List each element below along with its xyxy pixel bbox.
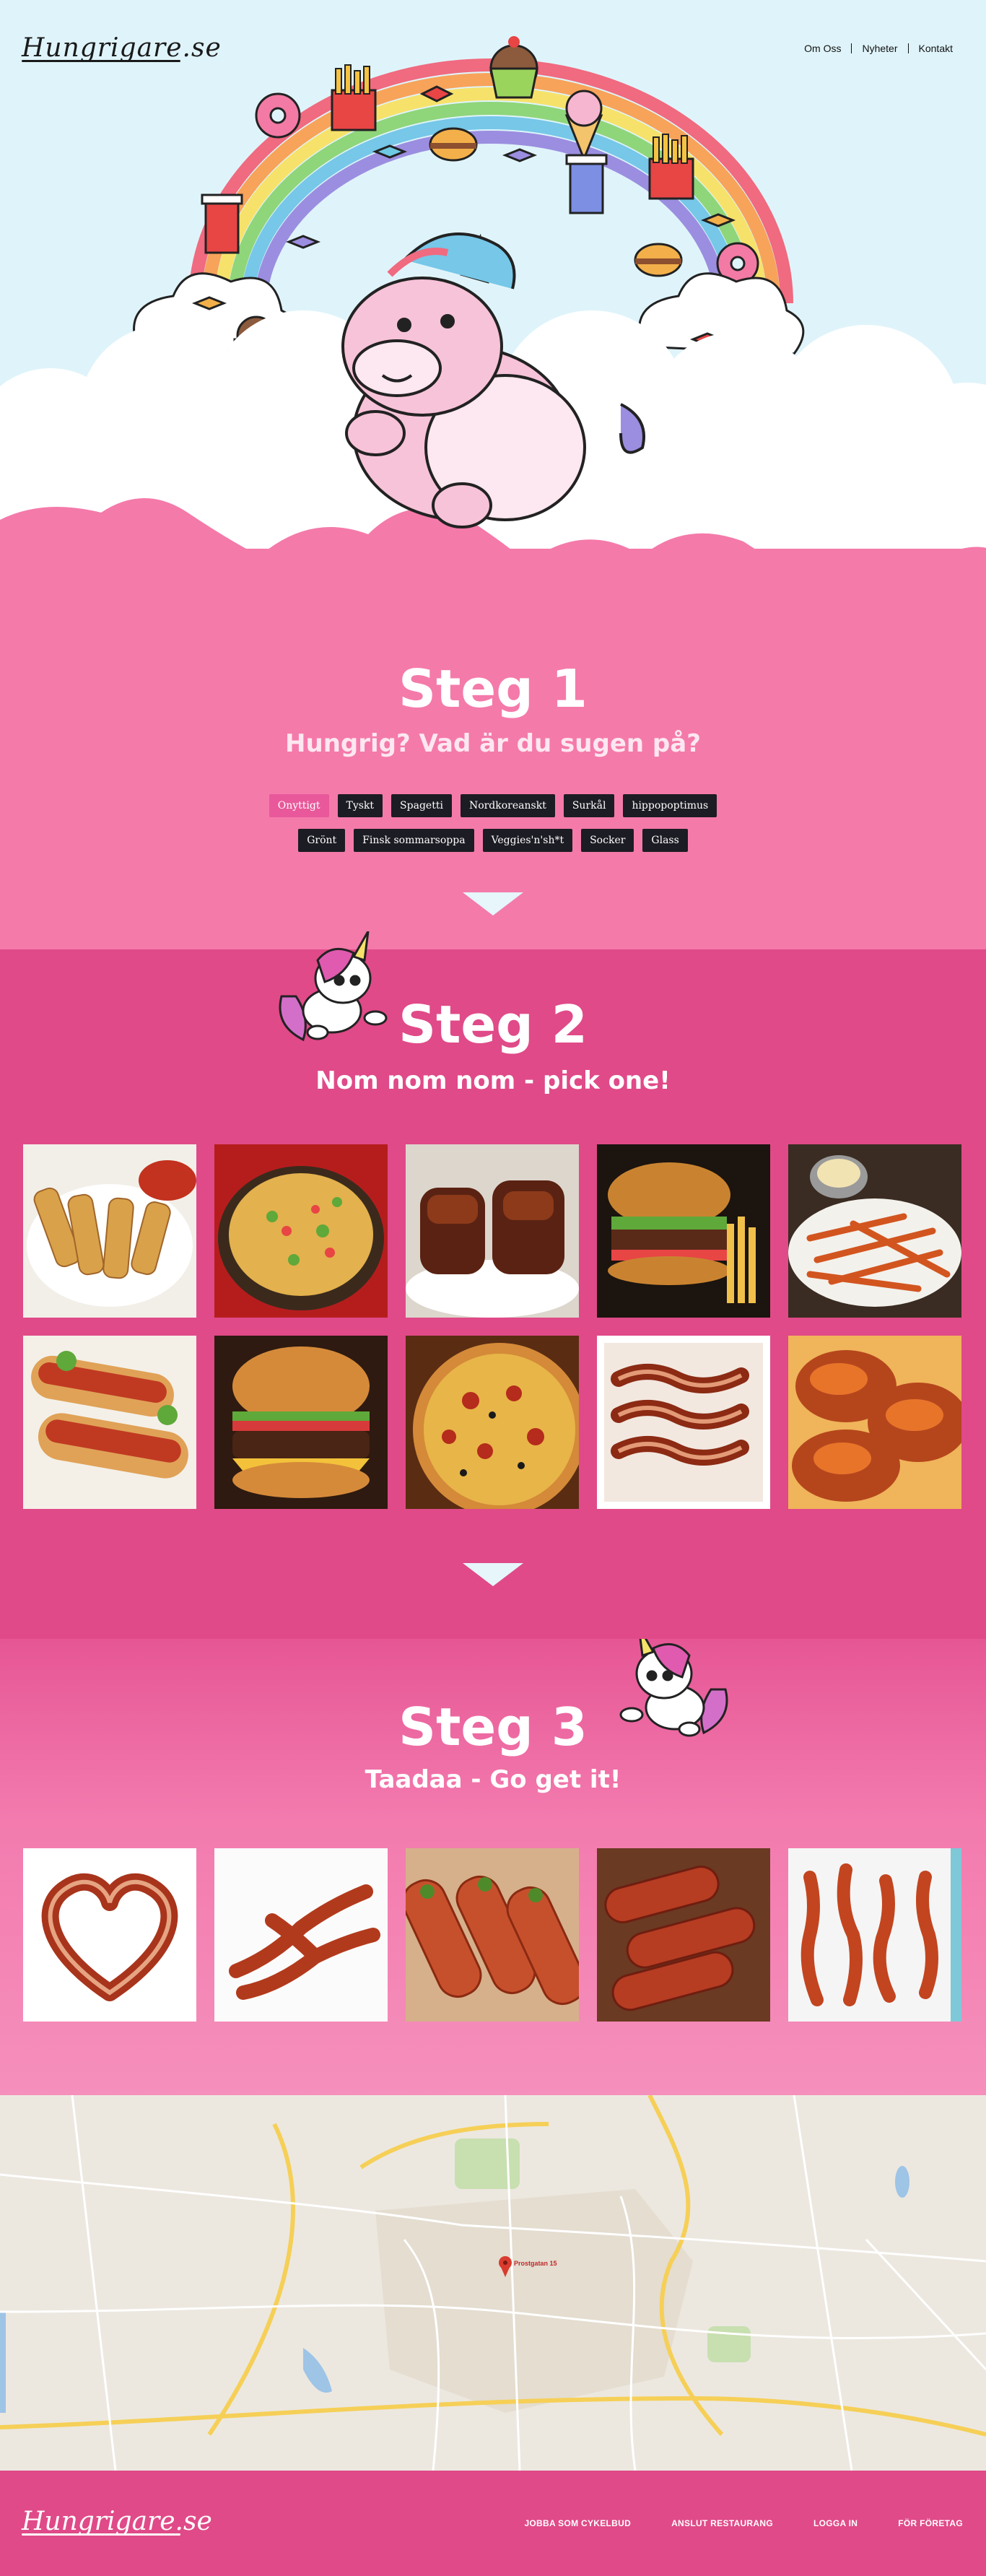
food-card-ribs[interactable] [406,1144,579,1318]
result-image [788,1848,961,2022]
map-section[interactable]: Prostgatan 15 [0,2095,986,2471]
step-3-title: Steg 3 [398,1697,588,1757]
step-2-title: Steg 2 [398,994,588,1055]
food-card-bacon[interactable] [597,1336,770,1509]
food-card-mozzarella-sticks[interactable] [23,1144,196,1318]
food-grid-row-1 [23,1144,963,1318]
result-card-bacon-rolls[interactable] [597,1848,770,2022]
food-image [23,1336,196,1509]
step-2-subtitle: Nom nom nom - pick one! [315,1066,671,1095]
map-canvas [0,2095,986,2471]
food-card-sweet-potato-fries[interactable] [788,1144,961,1318]
tag-row-1: Onyttigt Tyskt Spagetti Nordkoreanskt Su… [0,794,986,817]
footer-logo-text: Hungrigare.se [22,2507,212,2536]
food-card-pizza[interactable] [406,1336,579,1509]
food-image [597,1336,770,1509]
tag-socker[interactable]: Socker [581,829,634,852]
footer-link-jobba[interactable]: JOBBA SOM CYKELBUD [524,2518,631,2528]
result-card-bacon-strips[interactable] [214,1848,388,2022]
food-image [788,1144,961,1318]
arrow-down-icon[interactable] [463,892,523,915]
nav-om-oss[interactable]: Om Oss [794,43,851,53]
food-card-hot-dogs[interactable] [23,1336,196,1509]
result-card-bacon-wrapped-asparagus[interactable] [406,1848,579,2022]
tag-gront[interactable]: Grönt [298,829,346,852]
tag-spagetti[interactable]: Spagetti [391,794,452,817]
food-image [214,1144,388,1318]
footer-link-anslut[interactable]: ANSLUT RESTAURANG [671,2518,773,2528]
food-card-chicken-wings[interactable] [788,1336,961,1509]
step-3-section: Steg 3 Taadaa - Go get it! [0,1639,986,2095]
tag-finsk-sommarsoppa[interactable]: Finsk sommarsoppa [354,829,474,852]
footer-link-foretag[interactable]: FÖR FÖRETAG [898,2518,963,2528]
arrow-down-icon[interactable] [463,1563,523,1586]
nav-nyheter[interactable]: Nyheter [851,43,907,53]
tag-veggies[interactable]: Veggies'n'sh*t [482,829,573,852]
hero-illustration [0,36,986,549]
result-card-bacon-heart[interactable] [23,1848,196,2022]
map-pin-label: Prostgatan 15 [514,2260,557,2267]
food-image [214,1336,388,1509]
food-image [406,1336,579,1509]
footer-logo[interactable]: Hungrigare.se [22,2507,212,2536]
tag-surkal[interactable]: Surkål [563,794,615,817]
tag-glass[interactable]: Glass [642,829,688,852]
food-card-burger-fries[interactable] [597,1144,770,1318]
food-image [23,1144,196,1318]
result-image [406,1848,579,2022]
nav-kontakt[interactable]: Kontakt [907,43,963,53]
food-image [406,1144,579,1318]
tag-row-2: Grönt Finsk sommarsoppa Veggies'n'sh*t S… [0,829,986,852]
step-1-subtitle: Hungrig? Vad är du sugen på? [285,729,701,758]
step-2-section: Steg 2 Nom nom nom - pick one! [0,931,986,1639]
top-navigation: Om Oss Nyheter Kontakt [794,43,963,53]
tag-nordkoreanskt[interactable]: Nordkoreanskt [460,794,555,817]
food-grid-row-2 [23,1336,963,1509]
logo-text: Hungrigare.se [22,33,222,63]
food-card-cheeseburger[interactable] [214,1336,388,1509]
result-image [597,1848,770,2022]
step-1-section: Steg 1 Hungrig? Vad är du sugen på? Onyt… [0,549,986,949]
step-1-title: Steg 1 [398,658,588,719]
step-3-subtitle: Taadaa - Go get it! [365,1765,621,1794]
tag-tyskt[interactable]: Tyskt [337,794,383,817]
tag-onyttigt[interactable]: Onyttigt [269,794,329,817]
food-image [597,1144,770,1318]
food-image [788,1336,961,1509]
footer-navigation: JOBBA SOM CYKELBUD ANSLUT RESTAURANG LOG… [524,2518,963,2528]
hero-section: Hungrigare.se Om Oss Nyheter Kontakt [0,0,986,549]
result-card-bacon-slices[interactable] [788,1848,961,2022]
site-logo[interactable]: Hungrigare.se [22,33,222,63]
footer-link-logga-in[interactable]: LOGGA IN [813,2518,858,2528]
tag-hippopoptimus[interactable]: hippopoptimus [623,794,717,817]
result-image [214,1848,388,2022]
footer: Hungrigare.se JOBBA SOM CYKELBUD ANSLUT … [0,2471,986,2576]
food-card-nachos[interactable] [214,1144,388,1318]
result-grid [23,1848,963,2022]
result-image [23,1848,196,2022]
